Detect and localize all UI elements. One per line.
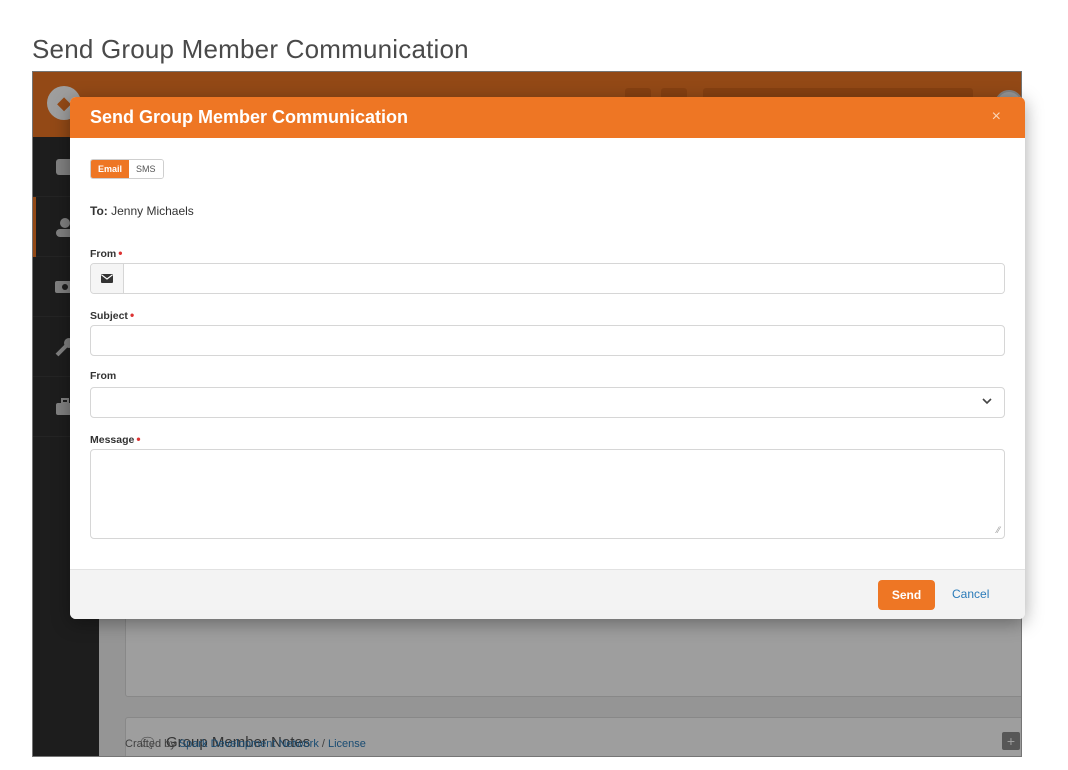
modal-footer: Send Cancel	[70, 569, 1025, 619]
cancel-button[interactable]: Cancel	[952, 587, 989, 601]
required-marker: •	[129, 308, 135, 322]
to-value: Jenny Michaels	[107, 204, 194, 218]
envelope-icon	[91, 264, 124, 293]
subject-label: Subject •	[90, 308, 134, 322]
modal-body: Email SMS To: Jenny Michaels From • Subje…	[70, 138, 1025, 569]
from-email-label: From •	[90, 246, 122, 260]
message-label: Message •	[90, 432, 141, 446]
from-email-label-text: From	[90, 248, 117, 260]
close-icon[interactable]: ×	[992, 108, 1001, 126]
resize-grip-icon[interactable]: ⁄⁄	[997, 525, 1000, 535]
from-select-label: From	[90, 370, 117, 382]
chevron-down-icon	[982, 396, 992, 408]
modal-title: Send Group Member Communication	[90, 107, 409, 127]
subject-input[interactable]	[90, 325, 1005, 356]
toggle-sms[interactable]: SMS	[129, 160, 163, 178]
channel-toggle: Email SMS	[90, 159, 164, 179]
from-email-field	[90, 263, 1005, 294]
send-button[interactable]: Send	[878, 580, 935, 610]
to-label: To:	[90, 204, 108, 218]
from-select[interactable]	[90, 387, 1005, 418]
message-textarea[interactable]: ⁄⁄	[90, 449, 1005, 539]
required-marker: •	[136, 432, 141, 446]
toggle-email[interactable]: Email	[91, 160, 130, 178]
required-marker: •	[118, 246, 123, 260]
send-communication-modal: Send Group Member Communication × Email …	[70, 97, 1025, 619]
subject-label-text: Subject	[90, 310, 128, 322]
modal-header: Send Group Member Communication ×	[70, 97, 1025, 138]
message-label-text: Message	[90, 434, 135, 446]
from-email-input[interactable]	[124, 264, 1004, 293]
recipient-line: To: Jenny Michaels	[90, 204, 194, 218]
